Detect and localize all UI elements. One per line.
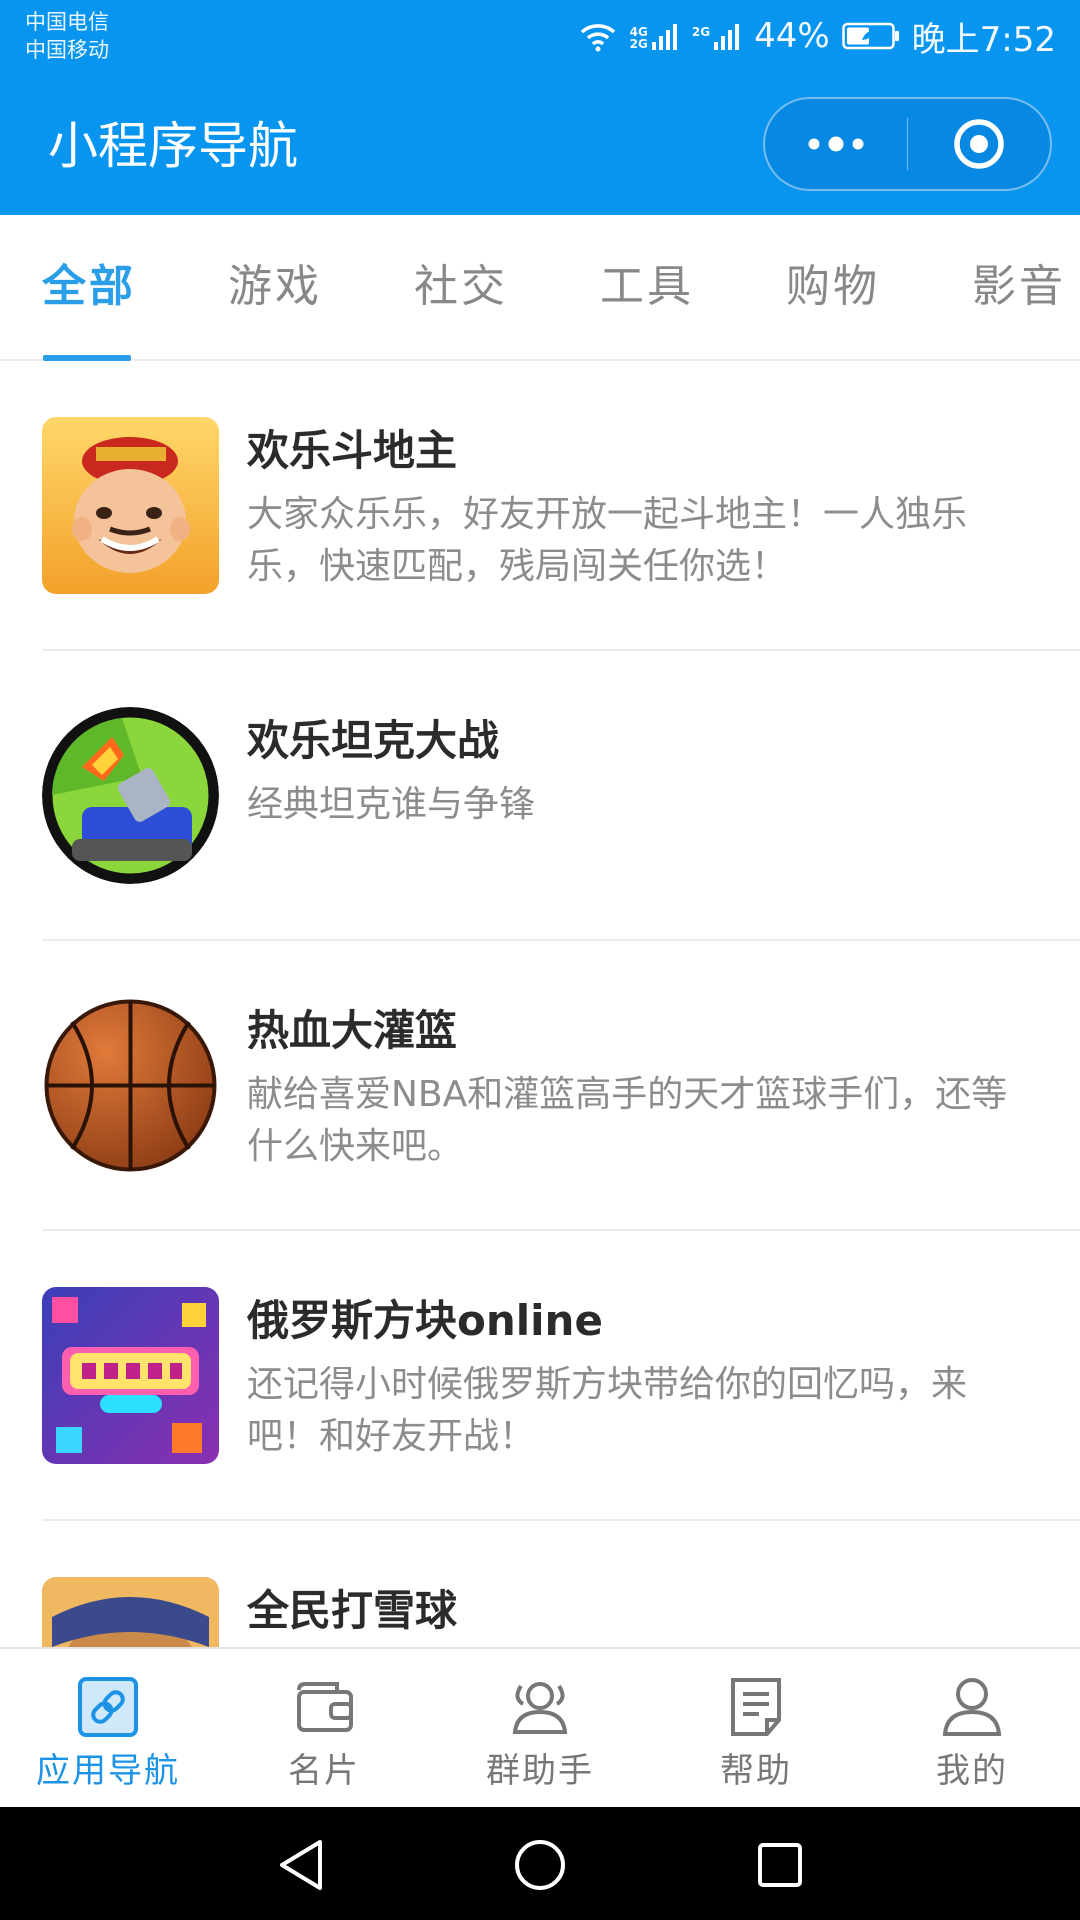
more-dots-icon	[808, 136, 864, 152]
app-description: 大家众乐乐，好友开放一起斗地主！一人独乐乐，快速匹配，残局闯关任你选！	[247, 494, 968, 587]
signal-bars-icon	[651, 24, 677, 50]
battery-percent: 44%	[754, 16, 830, 56]
group-icon	[506, 1673, 574, 1741]
signal-2: 2G	[692, 22, 742, 50]
app-name: 热血大灌篮	[247, 1006, 458, 1055]
list-item[interactable]: 热血大灌篮 献给喜爱NBA和灌篮高手的天才篮球手们，还等什么快来吧。	[0, 941, 1080, 1231]
home-button[interactable]	[505, 1830, 575, 1900]
list-item[interactable]: 俄罗斯方块online 还记得小时候俄罗斯方块带给你的回忆吗，来吧！和好友开战！	[0, 1231, 1080, 1521]
app-list: 欢乐斗地主 大家众乐乐，好友开放一起斗地主！一人独乐乐，快速匹配，残局闯关任你选…	[0, 361, 1080, 1647]
basketball-icon	[42, 997, 219, 1174]
recents-button[interactable]	[745, 1830, 815, 1900]
target-circle-icon	[954, 119, 1004, 169]
document-icon	[722, 1673, 790, 1741]
tab-media[interactable]: 影音	[972, 257, 1066, 317]
app-name: 全民打雪球	[247, 1586, 458, 1635]
nav-app-navigation[interactable]: 应用导航	[0, 1649, 216, 1809]
landlord-character-icon	[42, 417, 219, 594]
category-tabs: 全部 游戏 社交 工具 购物 影音	[0, 215, 1080, 361]
tab-tools[interactable]: 工具	[600, 257, 694, 317]
battery-icon	[841, 22, 899, 50]
status-indicators: 4G 2G 2G 44% 晚上7:52	[578, 14, 1056, 60]
home-circle-icon	[515, 1840, 565, 1890]
header: 中国电信 中国移动 4G 2G 2G 44% 晚上7:52 小程序导航	[0, 0, 1080, 215]
nav-label: 名片	[288, 1751, 360, 1791]
link-icon	[74, 1673, 142, 1741]
capsule-menu	[763, 97, 1052, 191]
signal-bars-icon	[714, 24, 740, 50]
page-title: 小程序导航	[48, 117, 298, 175]
app-description: 献给喜爱NBA和灌篮高手的天才篮球手们，还等什么快来吧。	[247, 1074, 1008, 1167]
nav-group-assistant[interactable]: 群助手	[432, 1649, 648, 1809]
app-name: 俄罗斯方块online	[247, 1296, 603, 1345]
snowball-character-icon	[42, 1577, 219, 1647]
user-icon	[938, 1673, 1006, 1741]
tab-social[interactable]: 社交	[414, 257, 508, 317]
back-button[interactable]	[266, 1830, 336, 1900]
more-button[interactable]	[765, 99, 907, 189]
nav-mine[interactable]: 我的	[864, 1649, 1080, 1809]
tetris-logo-icon	[42, 1287, 219, 1464]
status-bar: 中国电信 中国移动 4G 2G 2G 44% 晚上7:52	[0, 0, 1080, 72]
wallet-icon	[290, 1673, 358, 1741]
nav-business-card[interactable]: 名片	[216, 1649, 432, 1809]
app-name: 欢乐坦克大战	[247, 716, 500, 765]
carrier-2: 中国移动	[25, 38, 109, 62]
list-item[interactable]: 欢乐坦克大战 经典坦克谁与争锋	[0, 651, 1080, 941]
nav-label: 帮助	[720, 1751, 792, 1791]
tab-shopping[interactable]: 购物	[786, 257, 880, 317]
nav-help[interactable]: 帮助	[648, 1649, 864, 1809]
carrier-1: 中国电信	[25, 10, 109, 34]
carrier-info: 中国电信 中国移动	[25, 8, 109, 64]
close-button[interactable]	[908, 99, 1050, 189]
network-1-bottom: 2G	[629, 37, 648, 51]
clock: 晚上7:52	[911, 19, 1056, 60]
tab-games[interactable]: 游戏	[228, 257, 322, 317]
bottom-nav: 应用导航 名片 群助手 帮助 我的	[0, 1647, 1080, 1807]
app-name: 欢乐斗地主	[247, 426, 458, 475]
recents-square-icon	[758, 1843, 802, 1887]
list-item[interactable]: 欢乐斗地主 大家众乐乐，好友开放一起斗地主！一人独乐乐，快速匹配，残局闯关任你选…	[0, 361, 1080, 651]
nav-label: 群助手	[486, 1751, 594, 1791]
app-description: 还记得小时候俄罗斯方块带给你的回忆吗，来吧！和好友开战！	[247, 1364, 968, 1457]
nav-label: 应用导航	[36, 1751, 180, 1791]
system-navigation-bar	[0, 1807, 1080, 1920]
tab-all[interactable]: 全部	[42, 257, 136, 317]
tank-icon	[42, 707, 219, 884]
back-triangle-icon	[280, 1840, 322, 1890]
list-item[interactable]: 全民打雪球	[0, 1521, 1080, 1647]
app-description: 经典坦克谁与争锋	[247, 784, 536, 825]
signal-1: 4G 2G	[630, 22, 680, 50]
wifi-icon	[580, 24, 615, 52]
nav-label: 我的	[936, 1751, 1008, 1791]
